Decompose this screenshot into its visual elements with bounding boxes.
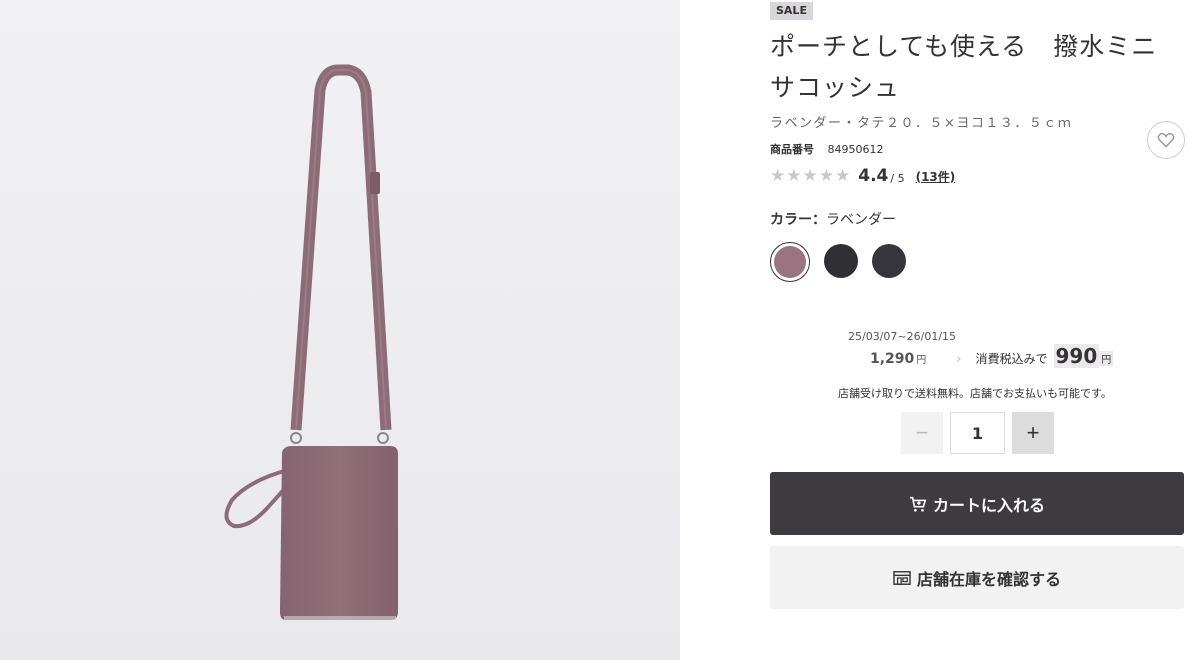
rating: ★ ★ ★ ★ ★ 4.4 / 5 (13件) [770, 166, 955, 186]
store-icon [893, 570, 911, 586]
add-to-cart-button[interactable]: カートに入れる [770, 472, 1184, 535]
color-swatch-dark-2[interactable] [870, 242, 910, 282]
product-code: 84950612 [827, 143, 884, 156]
sale-price: 990 [1053, 344, 1100, 368]
heart-icon [1157, 132, 1175, 148]
product-variant: ラベンダー・タテ２０．５×ヨコ１３．５ｃｍ [770, 116, 1073, 131]
price-row: 1,290 円 › 消費税込みで 990 円 [870, 344, 1114, 368]
star-icon: ★ [770, 166, 786, 186]
original-price-unit: 円 [916, 355, 927, 366]
color-label-title: カラー： [770, 212, 826, 228]
review-count-link[interactable]: (13件) [916, 168, 956, 185]
product-info-panel: SALE ポーチとしても使える 撥水ミニサコッシュ ラベンダー・タテ２０．５×ヨ… [770, 0, 1190, 660]
star-icon: ★ [818, 166, 834, 186]
chevron-right-icon: › [956, 352, 962, 367]
product-code-label: 商品番号 [770, 143, 814, 156]
product-photo [0, 0, 680, 660]
product-image[interactable] [0, 0, 680, 660]
pickup-note: 店舗受け取りで送料無料。店舗でお支払いも可能です。 [838, 387, 1112, 400]
star-icon: ★ [786, 166, 802, 186]
favorite-button[interactable] [1147, 121, 1185, 159]
cart-add-icon [909, 495, 927, 513]
color-label: カラー：ラベンダー [770, 209, 896, 229]
add-to-cart-label: カートに入れる [932, 495, 1045, 515]
star-half-icon: ★ [835, 166, 851, 186]
check-store-stock-button[interactable]: 店舗在庫を確認する [770, 546, 1184, 609]
quantity-decrease-button[interactable]: − [901, 412, 943, 454]
rating-max: / 5 [890, 171, 905, 185]
original-price: 1,290 [870, 351, 915, 367]
rating-score: 4.4 [858, 166, 889, 186]
sale-period: 25/03/07~26/01/15 [848, 330, 957, 343]
color-swatch-dark-1[interactable] [822, 242, 862, 282]
selected-color: ラベンダー [826, 212, 896, 228]
quantity-increase-button[interactable]: + [1012, 412, 1054, 454]
sale-price-unit: 円 [1099, 351, 1114, 366]
sale-badge: SALE [770, 2, 813, 20]
product-code-row: 商品番号 84950612 [770, 141, 884, 157]
color-swatch-lavender[interactable] [770, 242, 810, 282]
rating-stars: ★ ★ ★ ★ ★ [770, 166, 850, 186]
tax-label: 消費税込みで [975, 352, 1048, 366]
star-icon: ★ [802, 166, 818, 186]
check-store-stock-label: 店舗在庫を確認する [916, 569, 1061, 589]
quantity-input[interactable] [950, 412, 1005, 454]
product-title: ポーチとしても使える 撥水ミニサコッシュ [770, 32, 1158, 102]
